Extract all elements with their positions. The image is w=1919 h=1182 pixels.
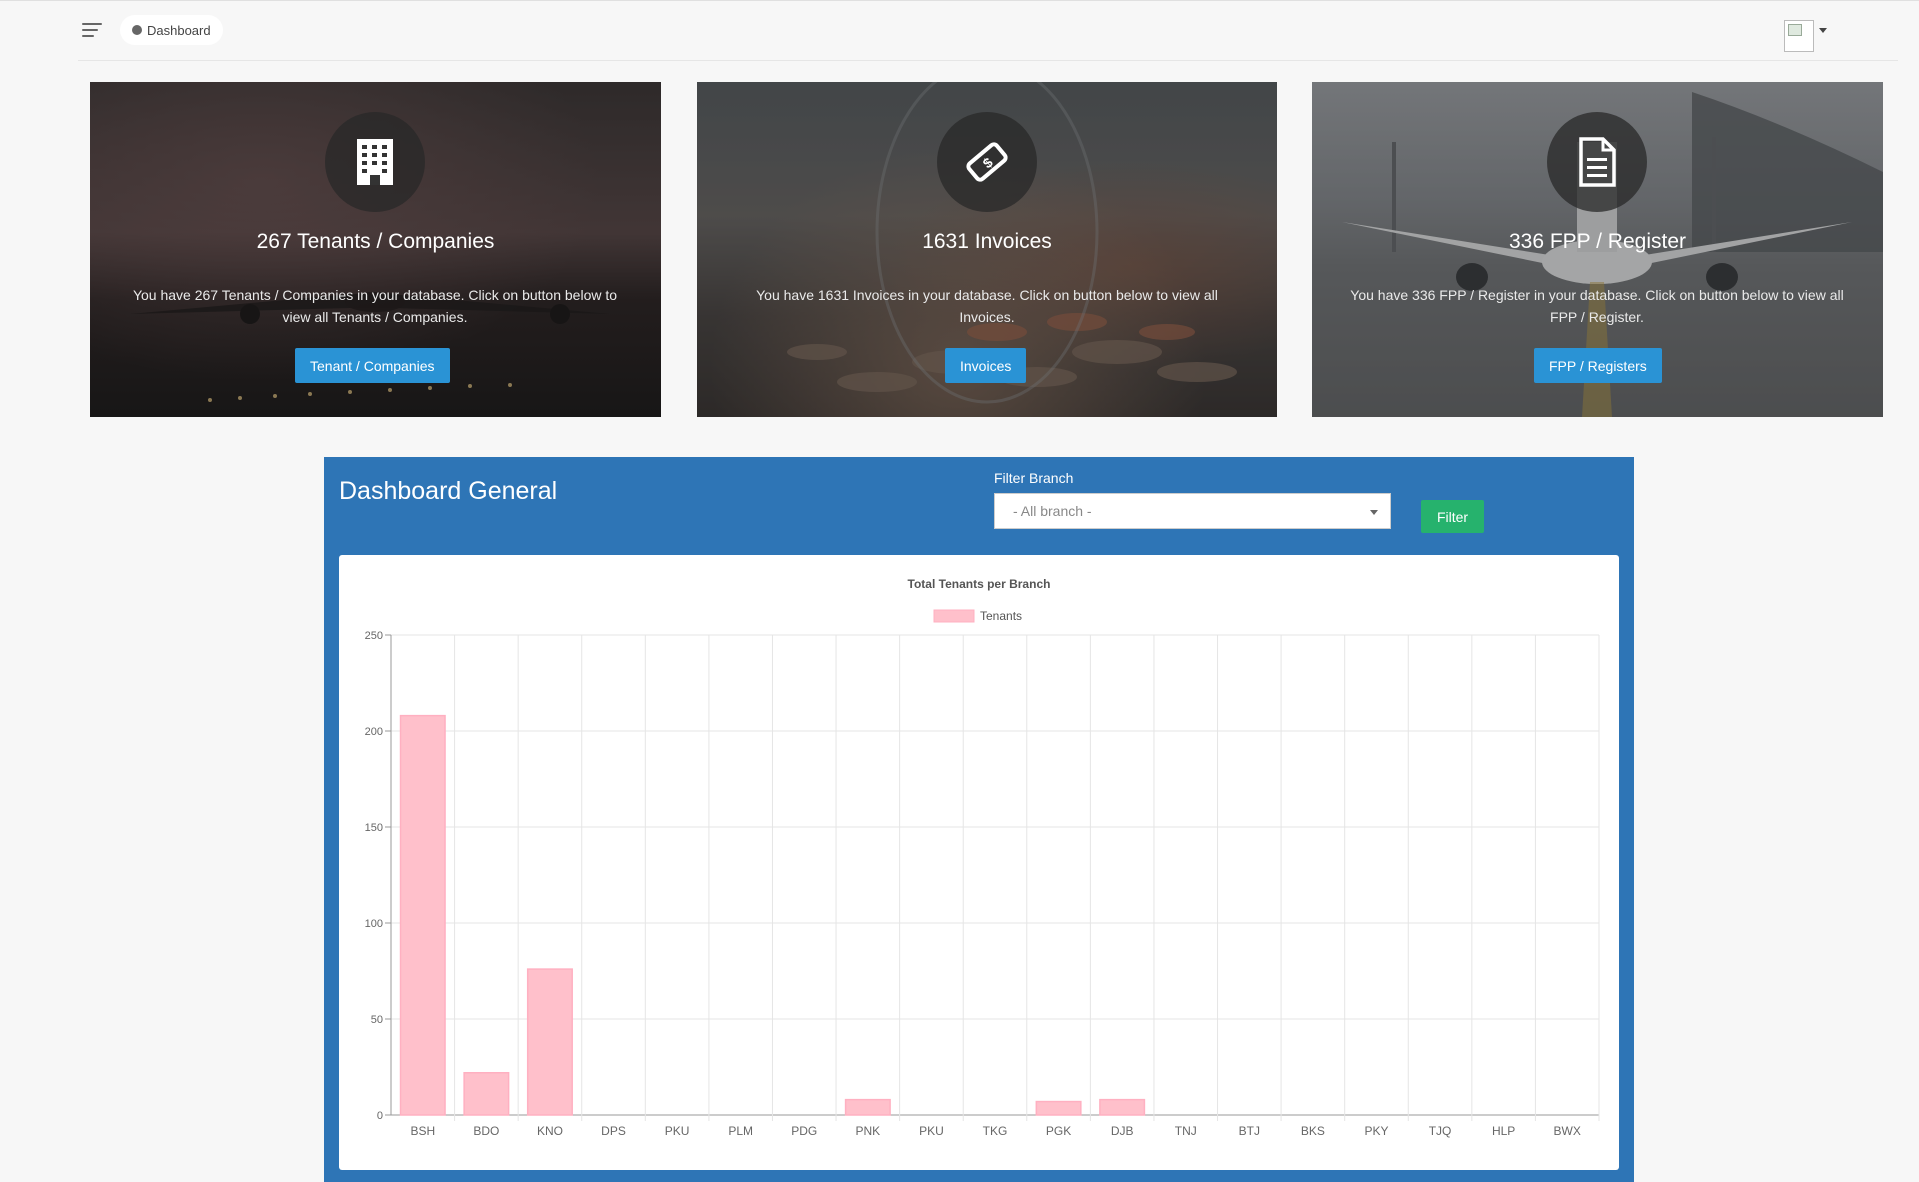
document-icon <box>1547 112 1647 212</box>
x-tick-label: PKY <box>1364 1124 1388 1138</box>
x-tick-label: PKU <box>665 1124 690 1138</box>
breadcrumb[interactable]: Dashboard <box>120 15 223 45</box>
invoices-card-description: You have 1631 Invoices in your database.… <box>756 287 1218 325</box>
bar-djb[interactable] <box>1099 1098 1146 1116</box>
breadcrumb-label: Dashboard <box>147 22 211 38</box>
user-menu-caret-icon[interactable] <box>1819 28 1827 33</box>
bar-bsh[interactable] <box>399 714 446 1116</box>
x-tick-label: BWX <box>1554 1124 1581 1138</box>
invoices-card: $ 1631 Invoices You have 1631 Invoices i… <box>697 82 1277 417</box>
tenants-card: 267 Tenants / Companies You have 267 Ten… <box>90 82 661 417</box>
bar-pgk[interactable] <box>1035 1100 1082 1116</box>
tenant-companies-button[interactable]: Tenant / Companies <box>295 348 450 383</box>
fpp-registers-button[interactable]: FPP / Registers <box>1534 348 1662 383</box>
bar-kno[interactable] <box>526 968 573 1116</box>
tenants-chart-container: Total Tenants per Branch Tenants 0 50 100 1… <box>339 555 1619 1170</box>
user-avatar[interactable] <box>1784 20 1814 52</box>
y-tick-label: 0 <box>377 1110 383 1122</box>
x-tick-label: BSH <box>410 1124 435 1138</box>
x-tick-label: BKS <box>1301 1124 1325 1138</box>
bar-bdo[interactable] <box>463 1072 510 1116</box>
x-tick-label: PLM <box>728 1124 753 1138</box>
x-tick-label: PDG <box>791 1124 817 1138</box>
panel-title: Dashboard General <box>339 477 558 505</box>
building-icon <box>325 112 425 212</box>
fpp-card-description: You have 336 FPP / Register in your data… <box>1350 287 1844 325</box>
branch-select-value: - All branch - <box>1013 503 1092 519</box>
x-tick-label: BTJ <box>1239 1124 1260 1138</box>
x-tick-label: DPS <box>601 1124 626 1138</box>
x-tick-label: TKG <box>983 1124 1008 1138</box>
x-tick-label: KNO <box>537 1124 563 1138</box>
fpp-card-title: 336 FPP / Register <box>1508 230 1687 253</box>
money-icon: $ <box>937 112 1037 212</box>
x-tick-label: HLP <box>1492 1124 1515 1138</box>
chevron-down-icon <box>1370 510 1378 515</box>
y-tick-label: 250 <box>365 630 383 642</box>
chart-title: Total Tenants per Branch <box>908 577 1051 591</box>
tenants-card-title: 267 Tenants / Companies <box>256 230 495 253</box>
y-tick-label: 150 <box>365 822 383 834</box>
x-tick-label: DJB <box>1111 1124 1134 1138</box>
x-tick-label: PKU <box>919 1124 944 1138</box>
tenants-card-description: You have 267 Tenants / Companies in your… <box>132 287 618 325</box>
filter-branch-label: Filter Branch <box>994 470 1074 486</box>
invoices-button[interactable]: Invoices <box>945 348 1027 383</box>
x-tick-label: PGK <box>1046 1124 1071 1138</box>
dashboard-general-panel: Dashboard General Filter Branch - All br… <box>324 457 1634 1182</box>
top-navbar: Dashboard <box>78 0 1898 61</box>
y-tick-label: 50 <box>371 1014 383 1026</box>
y-tick-label: 100 <box>365 918 383 930</box>
bar-pnk[interactable] <box>844 1098 891 1116</box>
fpp-register-card: 336 FPP / Register You have 336 FPP / Re… <box>1312 82 1883 417</box>
x-tick-label: TJQ <box>1429 1124 1452 1138</box>
x-tick-label: BDO <box>473 1124 499 1138</box>
y-tick-label: 200 <box>365 726 383 738</box>
filter-button[interactable]: Filter <box>1421 500 1484 533</box>
legend-swatch[interactable] <box>933 609 975 623</box>
dashboard-icon <box>132 25 142 35</box>
x-tick-label: PNK <box>855 1124 880 1138</box>
x-tick-label: TNJ <box>1175 1124 1197 1138</box>
legend-label[interactable]: Tenants <box>980 609 1022 623</box>
branch-select[interactable]: - All branch - <box>994 493 1391 529</box>
tenants-per-branch-chart: Total Tenants per Branch Tenants 0 50 100 1… <box>365 577 1600 1138</box>
menu-toggle-icon[interactable] <box>82 19 108 41</box>
invoices-card-title: 1631 Invoices <box>922 230 1052 253</box>
